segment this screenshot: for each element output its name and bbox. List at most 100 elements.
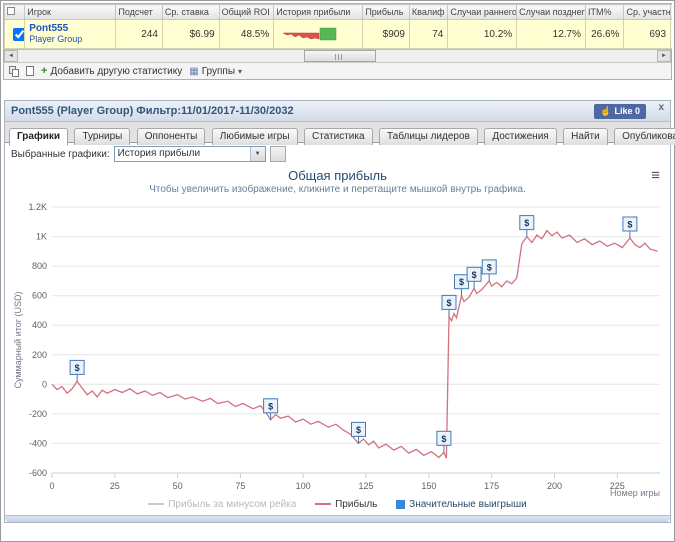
- graph-select[interactable]: История прибыли ▼: [113, 146, 266, 162]
- facebook-like-button[interactable]: ☝ Like 0: [594, 104, 646, 119]
- svg-text:$: $: [524, 218, 529, 228]
- thumb-up-icon: ☝: [600, 106, 612, 116]
- profit-history-cell[interactable]: [273, 19, 364, 49]
- panel-title: Pont555 (Player Group) Фильтр:11/01/2017…: [11, 105, 294, 117]
- col-header-late[interactable]: Случаи позднего: [516, 4, 586, 20]
- row-checkbox-cell: [4, 19, 26, 49]
- tab-publish[interactable]: Опубликовать: [614, 128, 675, 145]
- tab-tournaments[interactable]: Турниры: [74, 128, 131, 145]
- svg-text:75: 75: [235, 481, 245, 491]
- close-icon[interactable]: x: [656, 102, 666, 113]
- select-all-header[interactable]: [4, 4, 26, 20]
- table-toolbar: + Добавить другую статистику ▦ Группы ▾: [4, 62, 671, 79]
- stats-table-block: Игрок Подсчет Ср. ставка Общий ROI Истор…: [3, 3, 672, 80]
- chart-menu-icon[interactable]: ≡: [651, 168, 660, 183]
- col-header-count[interactable]: Подсчет: [115, 4, 163, 20]
- count-cell: 244: [115, 19, 163, 49]
- svg-text:100: 100: [296, 481, 311, 491]
- select-addon-button[interactable]: [269, 146, 286, 162]
- player-table-row[interactable]: Pont555 Player Group 244 $6.99 48.5% $90…: [4, 19, 672, 49]
- page-icon[interactable]: [26, 66, 34, 76]
- graph-select-value: История прибыли: [117, 148, 201, 159]
- svg-text:200: 200: [547, 481, 562, 491]
- player-stats-table: Игрок Подсчет Ср. ставка Общий ROI Истор…: [4, 4, 672, 49]
- scrollbar-thumb[interactable]: [304, 50, 376, 62]
- scroll-right-arrow-icon[interactable]: ►: [657, 50, 671, 62]
- tab-leaderboards[interactable]: Таблицы лидеров: [378, 128, 478, 145]
- chart-area: Общая прибыль Чтобы увеличить изображени…: [5, 165, 670, 522]
- table-header-row: Игрок Подсчет Ср. ставка Общий ROI Истор…: [4, 4, 672, 20]
- col-header-qualified[interactable]: Квалиф: [408, 4, 449, 20]
- col-header-profit-history[interactable]: История прибыли: [273, 4, 364, 20]
- svg-text:150: 150: [421, 481, 436, 491]
- horizontal-scrollbar[interactable]: ◄ ►: [4, 49, 671, 62]
- groups-menu-button[interactable]: ▦ Группы ▾: [189, 66, 242, 77]
- col-header-avg-stake[interactable]: Ср. ставка: [161, 4, 220, 20]
- col-header-itm[interactable]: ITM%: [584, 4, 625, 20]
- select-all-checkbox-icon[interactable]: [7, 7, 15, 15]
- row-checkbox[interactable]: [13, 27, 24, 41]
- svg-text:$: $: [487, 262, 492, 272]
- svg-text:$: $: [459, 277, 464, 287]
- legend-item-profit-minus-rake[interactable]: Прибыль за минусом рейка: [148, 499, 296, 510]
- col-header-roi[interactable]: Общий ROI: [218, 4, 275, 20]
- legend-label: Значительные выигрыши: [409, 499, 527, 510]
- tab-opponents[interactable]: Оппоненты: [136, 128, 206, 145]
- add-icon: +: [41, 65, 48, 77]
- tab-graphs[interactable]: Графики: [9, 128, 69, 146]
- tab-favorite-games[interactable]: Любимые игры: [211, 128, 298, 145]
- profit-cell: $909: [362, 19, 410, 49]
- svg-text:0: 0: [49, 481, 54, 491]
- col-header-early[interactable]: Случаи раннего: [447, 4, 518, 20]
- svg-text:$: $: [268, 401, 273, 411]
- svg-text:$: $: [441, 434, 446, 444]
- pink-line-icon: [315, 503, 332, 506]
- groups-grid-icon: ▦: [189, 65, 199, 77]
- late-occurrences-cell: 12.7%: [516, 19, 586, 49]
- graph-select-row: Выбранные графики: История прибыли ▼: [5, 143, 670, 165]
- player-group-link[interactable]: Player Group: [29, 34, 111, 45]
- select-arrow-icon[interactable]: ▼: [249, 147, 265, 161]
- chart-subtitle: Чтобы увеличить изображение, кликните и …: [149, 184, 526, 195]
- col-header-country[interactable]: Стран: [670, 4, 672, 20]
- svg-text:25: 25: [110, 481, 120, 491]
- svg-text:$: $: [627, 220, 632, 230]
- svg-text:-400: -400: [29, 438, 47, 448]
- svg-text:Суммарный итог (USD): Суммарный итог (USD): [13, 291, 23, 388]
- svg-text:-200: -200: [29, 409, 47, 419]
- player-cell: Pont555 Player Group: [24, 19, 117, 49]
- col-header-player[interactable]: Игрок: [24, 4, 117, 20]
- avg-stake-cell: $6.99: [161, 19, 220, 49]
- legend-label: Прибыль за минусом рейка: [168, 499, 297, 510]
- svg-text:1.2K: 1.2K: [28, 202, 47, 212]
- legend-item-profit[interactable]: Прибыль: [315, 499, 377, 510]
- add-statistic-button[interactable]: + Добавить другую статистику: [41, 65, 182, 77]
- player-name-link[interactable]: Pont555: [29, 23, 111, 34]
- itm-cell: 26.6%: [584, 19, 625, 49]
- add-statistic-label: Добавить другую статистику: [50, 65, 183, 77]
- tab-achievements[interactable]: Достижения: [484, 128, 557, 145]
- copy-icon[interactable]: [9, 65, 19, 77]
- svg-text:$: $: [446, 298, 451, 308]
- tab-find[interactable]: Найти: [563, 128, 608, 145]
- legend-item-significant-wins[interactable]: Значительные выигрыши: [396, 499, 527, 510]
- caret-down-icon: ▾: [238, 66, 243, 76]
- profit-chart[interactable]: -600 -400 -200 0 200 400 600 800 1K 1.2K 0 25 50 75 10…: [10, 197, 672, 499]
- svg-text:-600: -600: [29, 468, 47, 478]
- profit-history-sparkline: [283, 27, 337, 41]
- qualified-cell: 74: [408, 19, 449, 49]
- col-header-avg-entrants[interactable]: Ср. участник: [623, 4, 672, 20]
- tab-statistics[interactable]: Статистика: [304, 128, 373, 145]
- scrollbar-grip: [338, 54, 339, 60]
- svg-text:175: 175: [484, 481, 499, 491]
- like-label: Like 0: [614, 106, 640, 116]
- svg-text:600: 600: [32, 291, 47, 301]
- col-header-profit[interactable]: Прибыль: [362, 4, 410, 20]
- scroll-left-arrow-icon[interactable]: ◄: [4, 50, 18, 62]
- svg-text:1K: 1K: [36, 232, 47, 242]
- blue-square-icon: [396, 499, 406, 509]
- panel-bottom-bar: [5, 515, 670, 522]
- chart-title: Общая прибыль: [288, 168, 387, 183]
- svg-text:125: 125: [358, 481, 373, 491]
- svg-text:$: $: [356, 425, 361, 435]
